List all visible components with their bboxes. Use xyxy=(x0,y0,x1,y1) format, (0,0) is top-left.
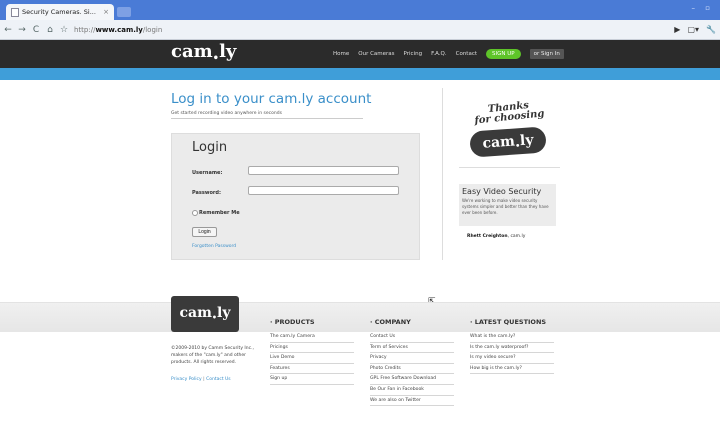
footer-link[interactable]: Features xyxy=(270,364,354,375)
footer-link[interactable]: Pricings xyxy=(270,343,354,354)
login-form: Login Username: Password: Remember Me Lo… xyxy=(171,133,420,260)
bookmark-star-icon[interactable]: ☆ xyxy=(58,25,70,35)
browser-tabbar: Security Cameras. Si... × – ▫ xyxy=(0,0,720,20)
company-heading: · COMPANY xyxy=(370,318,411,326)
nav-home[interactable]: Home xyxy=(333,51,349,57)
footer-band xyxy=(0,302,720,332)
toolbar-right: ▶ ▢▾ 🔧 xyxy=(674,25,716,34)
footer-link[interactable]: What is the cam.ly? xyxy=(470,332,554,343)
products-heading: · PRODUCTS xyxy=(270,318,315,326)
footer-link[interactable]: The cam.ly Camera xyxy=(270,332,354,343)
badge-main: cam xyxy=(482,133,516,152)
page-menu-icon[interactable]: ▢▾ xyxy=(687,25,699,34)
url-host: www.cam.ly xyxy=(95,25,143,34)
author-name: Rhett Creighton xyxy=(467,234,508,239)
password-label: Password: xyxy=(192,190,221,196)
nav-contact[interactable]: Contact xyxy=(456,51,477,57)
column-divider xyxy=(442,88,443,260)
tab-title: Security Cameras. Si... xyxy=(22,8,96,16)
footer-questions: · LATEST QUESTIONS What is the cam.ly? I… xyxy=(470,318,554,375)
footer-products: · PRODUCTS The cam.ly Camera Pricings Li… xyxy=(270,318,354,385)
remember-checkbox[interactable] xyxy=(192,210,198,216)
footer-link[interactable]: Privacy xyxy=(370,353,454,364)
testimonial-author: Rhett Creighton, cam.ly xyxy=(467,234,525,239)
badge-tail: ly xyxy=(519,132,534,150)
forward-arrow-icon[interactable]: → xyxy=(16,25,28,35)
footer-link[interactable]: Term of Services xyxy=(370,343,454,354)
footer-link[interactable]: How big is the cam.ly? xyxy=(470,364,554,375)
remember-me[interactable]: Remember Me xyxy=(192,210,240,216)
author-company: , cam.ly xyxy=(507,234,526,239)
login-button[interactable]: Login xyxy=(192,227,217,237)
footer-links: Privacy Policy | Contact Us xyxy=(171,377,231,382)
url-scheme: http:// xyxy=(74,25,96,34)
footer-link[interactable]: Is the cam.ly waterproof? xyxy=(470,343,554,354)
nav-our-cameras[interactable]: Our Cameras xyxy=(358,51,394,57)
footer-link[interactable]: Contact Us xyxy=(370,332,454,343)
footer-link[interactable]: Live Demo xyxy=(270,353,354,364)
new-tab-button[interactable] xyxy=(117,7,131,17)
link-separator: | xyxy=(203,377,205,382)
testimonial-box: Easy Video Security We're working to mak… xyxy=(459,184,556,226)
footer-link[interactable]: Is my video secure? xyxy=(470,353,554,364)
page-subtitle: Get started recording video anywhere in … xyxy=(171,111,363,119)
page-icon xyxy=(11,7,19,17)
footer-copyright: ©2009-2010 by Camm Security Inc., makers… xyxy=(171,346,254,365)
footer-link[interactable]: Sign up xyxy=(270,374,354,385)
footer-logo-tail: ly xyxy=(217,305,231,321)
logo-main: cam xyxy=(171,41,213,62)
nav-pricing[interactable]: Pricing xyxy=(404,51,423,57)
questions-heading: · LATEST QUESTIONS xyxy=(470,318,547,326)
contact-us-link[interactable]: Contact Us xyxy=(206,377,231,382)
thanks-graphic: Thanks for choosing xyxy=(465,99,553,128)
play-icon[interactable]: ▶ xyxy=(674,25,680,34)
footer-link[interactable]: We are also on Twitter xyxy=(370,396,454,407)
footer-link[interactable]: Photo Credits xyxy=(370,364,454,375)
wrench-icon[interactable]: 🔧 xyxy=(706,25,716,34)
forgot-password-link[interactable]: Forgotten Password xyxy=(192,244,236,249)
browser-toolbar: ← → C ⌂ ☆ http://www.cam.ly/login ▶ ▢▾ 🔧 xyxy=(0,20,720,40)
site-logo[interactable]: cam•ly xyxy=(171,41,236,64)
signup-button[interactable]: SIGN UP xyxy=(486,49,521,59)
main-nav: Home Our Cameras Pricing F.A.Q. Contact … xyxy=(333,49,564,59)
back-arrow-icon[interactable]: ← xyxy=(2,25,14,35)
nav-faq[interactable]: F.A.Q. xyxy=(431,51,447,57)
footer-link[interactable]: Be Our Fan in Facebook xyxy=(370,385,454,396)
username-input[interactable] xyxy=(248,166,399,175)
remember-label: Remember Me xyxy=(199,210,240,216)
page-title: Log in to your cam.ly account xyxy=(171,91,372,107)
testimonial-body: We're working to make video security sys… xyxy=(462,198,549,215)
window-controls[interactable]: – ▫ xyxy=(692,4,714,12)
logo-tail: ly xyxy=(219,41,237,62)
footer-logo-main: cam xyxy=(179,305,212,321)
reload-icon[interactable]: C xyxy=(30,25,42,35)
url-path: /login xyxy=(142,25,163,34)
address-bar[interactable]: http://www.cam.ly/login xyxy=(74,26,162,34)
footer-logo[interactable]: cam•ly xyxy=(171,296,239,332)
browser-tab[interactable]: Security Cameras. Si... × xyxy=(6,4,114,20)
home-icon[interactable]: ⌂ xyxy=(44,25,56,35)
username-label: Username: xyxy=(192,170,223,176)
password-input[interactable] xyxy=(248,186,399,195)
close-icon[interactable]: × xyxy=(103,8,109,16)
footer-company: · COMPANY Contact Us Term of Services Pr… xyxy=(370,318,454,407)
testimonial-title: Easy Video Security xyxy=(462,187,542,196)
sidebar-divider xyxy=(459,167,560,168)
site-header: cam•ly Home Our Cameras Pricing F.A.Q. C… xyxy=(0,40,720,68)
camly-badge: cam•ly xyxy=(469,126,547,158)
signin-button[interactable]: or Sign In xyxy=(529,49,564,59)
footer-link[interactable]: GPL Free Software Download xyxy=(370,374,454,385)
privacy-policy-link[interactable]: Privacy Policy xyxy=(171,377,202,382)
header-band xyxy=(0,68,720,80)
login-heading: Login xyxy=(192,140,228,155)
